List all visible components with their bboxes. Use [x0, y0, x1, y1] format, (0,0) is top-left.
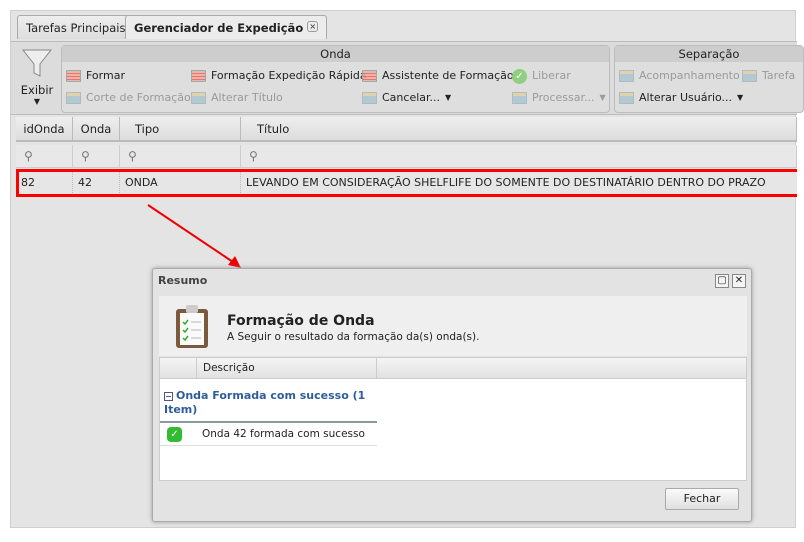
- exibir-label: Exibir: [20, 83, 54, 97]
- group-header[interactable]: − Onda Formada com sucesso (1 Item): [164, 389, 374, 417]
- row-highlight: [16, 169, 797, 197]
- edit-icon: [191, 92, 206, 104]
- onda-group: Onda Formar Formação Expedição Rápida As…: [61, 45, 610, 113]
- group-title: Separação: [615, 46, 803, 62]
- collapse-icon[interactable]: −: [164, 392, 173, 401]
- exibir-button[interactable]: Exibir ▼: [15, 46, 59, 112]
- label: Processar...: [532, 91, 595, 104]
- column-header-descricao[interactable]: Descrição: [197, 358, 377, 379]
- liberar-button[interactable]: ✓ Liberar: [512, 68, 571, 84]
- label: Descrição: [203, 362, 255, 374]
- window-icon: [742, 70, 757, 82]
- column-header-onda[interactable]: Onda: [73, 117, 120, 142]
- formar-button[interactable]: Formar: [66, 68, 125, 84]
- label: Alterar Título: [211, 91, 283, 104]
- group-label: Onda Formada com sucesso (1 Item): [164, 389, 366, 416]
- window-icon: [619, 92, 634, 104]
- search-icon: ⚲: [249, 149, 258, 163]
- dialog-subheading: A Seguir o resultado da formação da(s) o…: [227, 331, 480, 343]
- alterar-usuario-button[interactable]: Alterar Usuário... ▼: [619, 90, 743, 106]
- label: Corte de Formação: [86, 91, 191, 104]
- check-icon: ✓: [512, 68, 527, 84]
- ribbon-toolbar: Exibir ▼ Onda Formar Formação Expedição …: [11, 41, 804, 115]
- caret-icon: ▼: [599, 93, 606, 102]
- label: Assistente de Formação: [382, 69, 514, 82]
- formacao-rapida-button[interactable]: Formação Expedição Rápida: [191, 68, 367, 84]
- corte-button[interactable]: Corte de Formação: [66, 90, 191, 106]
- success-check-icon: ✓: [167, 427, 182, 442]
- filter-idonda[interactable]: ⚲: [16, 145, 73, 168]
- label: Tipo: [135, 122, 160, 136]
- group-title: Onda: [62, 46, 609, 62]
- tarefa-button[interactable]: Tarefa: [742, 68, 795, 84]
- search-icon: ⚲: [128, 149, 137, 163]
- list-item[interactable]: ✓ Onda 42 formada com sucesso: [160, 421, 377, 446]
- label: idOnda: [23, 122, 65, 136]
- item-text: Onda 42 formada com sucesso: [202, 428, 365, 440]
- result-grid: Descrição − Onda Formada com sucesso (1 I…: [159, 357, 747, 481]
- label: Liberar: [532, 69, 571, 82]
- tab-tarefas-principais[interactable]: Tarefas Principais: [17, 15, 135, 39]
- label: Cancelar...: [382, 91, 441, 104]
- window-icon: [362, 92, 377, 104]
- tab-gerenciador-expedicao[interactable]: Gerenciador de Expedição ×: [125, 15, 328, 39]
- grid-icon: [191, 70, 206, 82]
- dialog-header: Formação de Onda A Seguir o resultado da…: [159, 296, 747, 356]
- filter-titulo[interactable]: ⚲: [241, 145, 797, 168]
- caret-icon: ▼: [445, 93, 452, 102]
- column-header-tipo[interactable]: Tipo: [120, 117, 241, 142]
- window-icon: [66, 92, 81, 104]
- search-icon: ⚲: [81, 149, 90, 163]
- maximize-icon[interactable]: ▢: [715, 274, 729, 288]
- window-icon: [512, 92, 527, 104]
- grid-icon: [362, 70, 377, 82]
- column-header-icon: [160, 358, 197, 379]
- alterar-titulo-button[interactable]: Alterar Título: [191, 90, 283, 106]
- tab-label: Gerenciador de Expedição: [134, 21, 304, 35]
- tab-label: Tarefas Principais: [26, 21, 126, 35]
- column-header-idonda[interactable]: idOnda: [16, 117, 73, 142]
- caret-icon: ▼: [737, 93, 744, 102]
- column-header-titulo[interactable]: Título: [241, 117, 797, 142]
- dialog-title: Resumo: [158, 274, 208, 287]
- clipboard-icon: [176, 305, 208, 348]
- grid-icon: [66, 70, 81, 82]
- acompanhamento-button[interactable]: Acompanhamento: [619, 68, 740, 84]
- dialog-heading: Formação de Onda: [227, 313, 375, 329]
- cancelar-button[interactable]: Cancelar... ▼: [362, 90, 451, 106]
- label: Tarefa: [762, 69, 796, 82]
- label: Formar: [86, 69, 125, 82]
- separacao-group: Separação Acompanhamento Tarefa Alterar …: [614, 45, 804, 113]
- dropdown-caret-icon: ▼: [33, 97, 41, 106]
- label: Acompanhamento: [639, 69, 740, 82]
- window-icon: [619, 70, 634, 82]
- close-icon[interactable]: ✕: [732, 274, 746, 288]
- filter-onda[interactable]: ⚲: [73, 145, 120, 168]
- resumo-dialog: Resumo ▢ ✕ Formação de Onda A Seguir o r…: [152, 268, 752, 522]
- assistente-button[interactable]: Assistente de Formação: [362, 68, 514, 84]
- processar-button[interactable]: Processar... ▼: [512, 90, 606, 106]
- label: Onda: [80, 122, 112, 136]
- funnel-icon: [21, 49, 53, 77]
- filter-tipo[interactable]: ⚲: [120, 145, 241, 168]
- fechar-button[interactable]: Fechar: [665, 488, 739, 510]
- label: Formação Expedição Rápida: [211, 69, 367, 82]
- label: Título: [257, 122, 290, 136]
- annotation-arrow-icon: [147, 204, 241, 268]
- label: Alterar Usuário...: [639, 91, 733, 104]
- close-tab-icon[interactable]: ×: [307, 21, 319, 32]
- search-icon: ⚲: [24, 149, 33, 163]
